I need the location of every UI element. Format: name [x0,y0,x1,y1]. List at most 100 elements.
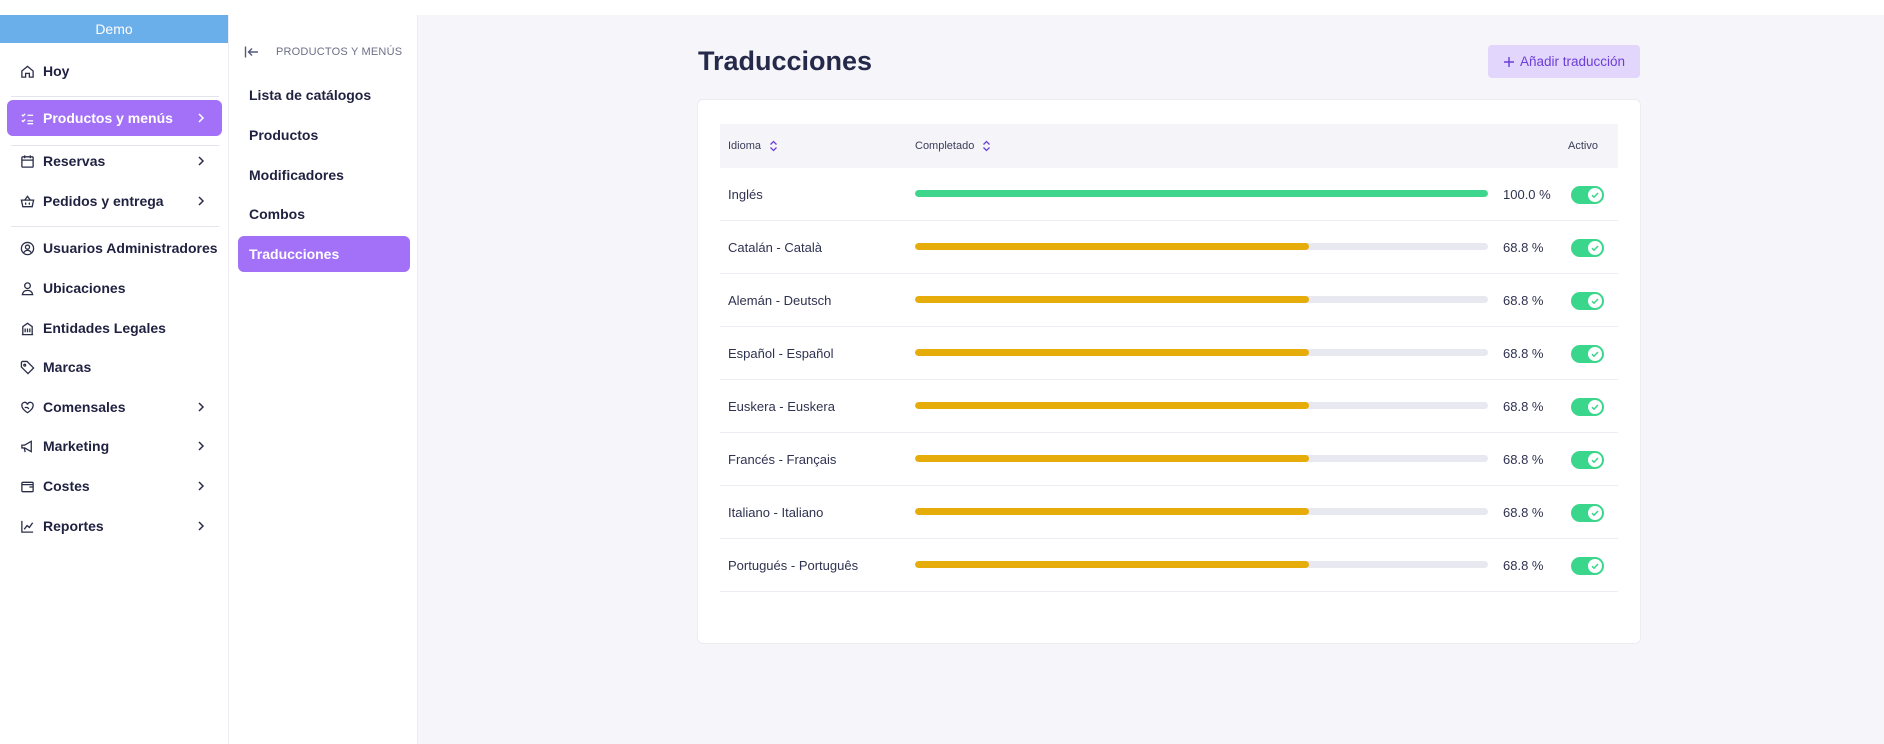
add-translation-button[interactable]: Añadir traducción [1488,45,1640,78]
active-toggle[interactable] [1571,398,1604,416]
subnav-item-traducciones[interactable]: Traducciones [238,236,410,272]
sidebar-item-marcas[interactable]: Marcas [7,349,222,385]
language-name: Italiano - Italiano [728,505,824,520]
active-toggle[interactable] [1571,186,1604,204]
column-header-language[interactable]: Idioma [728,124,778,168]
sidebar-item-pedidos-y-entrega[interactable]: Pedidos y entrega [7,183,222,219]
sidebar-divider [11,96,219,97]
check-icon [1591,404,1599,411]
sidebar-item-reservas[interactable]: Reservas [7,143,222,179]
chevron-right-icon [198,196,205,206]
tag-icon [19,359,35,375]
check-icon [1591,192,1599,199]
check-icon [1591,457,1599,464]
subnav-item-modificadores[interactable]: Modificadores [238,157,410,193]
table-row: Francés - Français 68.8 % [720,433,1618,486]
column-header-label: Idioma [728,140,762,152]
progress-fill [915,455,1310,462]
wallet-icon [19,478,35,494]
sidebar-item-reportes[interactable]: Reportes [7,508,222,544]
progress-bar [915,296,1488,303]
sidebar-item-hoy[interactable]: Hoy [7,53,222,89]
sidebar-item-label: Hoy [43,63,70,79]
sidebar-item-ubicaciones[interactable]: Ubicaciones [7,270,222,306]
check-icon [1591,563,1599,570]
basket-icon [19,193,35,209]
table-row: Catalán - Català 68.8 % [720,221,1618,274]
sidebar-item-productos-y-menus[interactable]: Productos y menús [7,100,222,136]
home-icon [19,63,35,79]
sort-icon[interactable] [769,140,778,152]
progress-fill [915,508,1310,515]
collapse-left-icon[interactable] [244,45,260,59]
active-toggle[interactable] [1571,239,1604,257]
active-toggle[interactable] [1571,504,1604,522]
subnav-header: PRODUCTOS Y MENÚS [244,45,402,59]
building-icon [19,320,35,336]
toggle-knob [1588,188,1602,202]
language-name: Euskera - Euskera [728,399,835,414]
completion-percent: 68.8 % [1503,399,1544,414]
sort-icon[interactable] [982,140,991,152]
subnav-item-combos[interactable]: Combos [238,196,410,232]
language-name: Catalán - Català [728,240,822,255]
sidebar-item-label: Pedidos y entrega [43,193,164,209]
subnav-item-label: Lista de catálogos [249,87,372,103]
progress-fill [915,561,1310,568]
check-icon [1591,245,1599,252]
sidebar-item-label: Reportes [43,518,104,534]
progress-bar [915,455,1488,462]
column-header-completed[interactable]: Completado [915,124,991,168]
chevron-right-icon [198,402,205,412]
page-title: Traducciones [698,46,873,76]
sidebar-item-label: Usuarios Administradores [43,240,218,256]
active-toggle[interactable] [1571,345,1604,363]
toggle-knob [1588,453,1602,467]
toggle-knob [1588,400,1602,414]
language-name: Portugués - Português [728,558,859,573]
language-name: Inglés [728,187,763,202]
sidebar-item-costes[interactable]: Costes [7,468,222,504]
sidebar-item-label: Marcas [43,359,92,375]
sidebar-item-marketing[interactable]: Marketing [7,428,222,464]
sidebar-item-label: Ubicaciones [43,280,126,296]
sidebar-item-label: Comensales [43,399,126,415]
column-header-active: Activo [1568,124,1598,168]
heart-hand-icon [19,399,35,415]
progress-fill [915,349,1310,356]
toggle-knob [1588,241,1602,255]
check-icon [1591,510,1599,517]
subnav-item-label: Productos [249,127,319,143]
sidebar-item-entidades-legales[interactable]: Entidades Legales [7,310,222,346]
table-row: Inglés 100.0 % [720,168,1618,221]
subnav-item-productos[interactable]: Productos [238,117,410,153]
sidebar-item-usuarios-administradores[interactable]: Usuarios Administradores [7,230,222,266]
main-content: Traducciones Añadir traducción Idioma Co… [418,15,1884,744]
completion-percent: 68.8 % [1503,240,1544,255]
sidebar-item-comensales[interactable]: Comensales [7,389,222,425]
sidebar-item-label: Entidades Legales [43,320,166,336]
table-row: Portugués - Português 68.8 % [720,539,1618,592]
section-subnav: PRODUCTOS Y MENÚS Lista de catálogos Pro… [230,15,418,744]
toggle-knob [1588,559,1602,573]
subnav-item-label: Modificadores [249,167,344,183]
progress-fill [915,402,1310,409]
table-row: Euskera - Euskera 68.8 % [720,380,1618,433]
calendar-icon [19,153,35,169]
active-toggle[interactable] [1571,557,1604,575]
chevron-right-icon [198,156,205,166]
user-circle-icon [19,240,35,256]
completion-percent: 100.0 % [1503,187,1551,202]
sidebar-item-label: Reservas [43,153,106,169]
chevron-right-icon [198,521,205,531]
subnav-item-lista-de-catalogos[interactable]: Lista de catálogos [238,77,410,113]
active-toggle[interactable] [1571,451,1604,469]
active-toggle[interactable] [1571,292,1604,310]
chevron-right-icon [198,441,205,451]
sidebar-divider [11,226,219,227]
column-header-label: Activo [1568,140,1598,152]
chevron-right-icon [198,113,205,123]
subnav-title: PRODUCTOS Y MENÚS [276,46,403,58]
sidebar-item-label: Productos y menús [43,110,173,126]
table-row: Español - Español 68.8 % [720,327,1618,380]
